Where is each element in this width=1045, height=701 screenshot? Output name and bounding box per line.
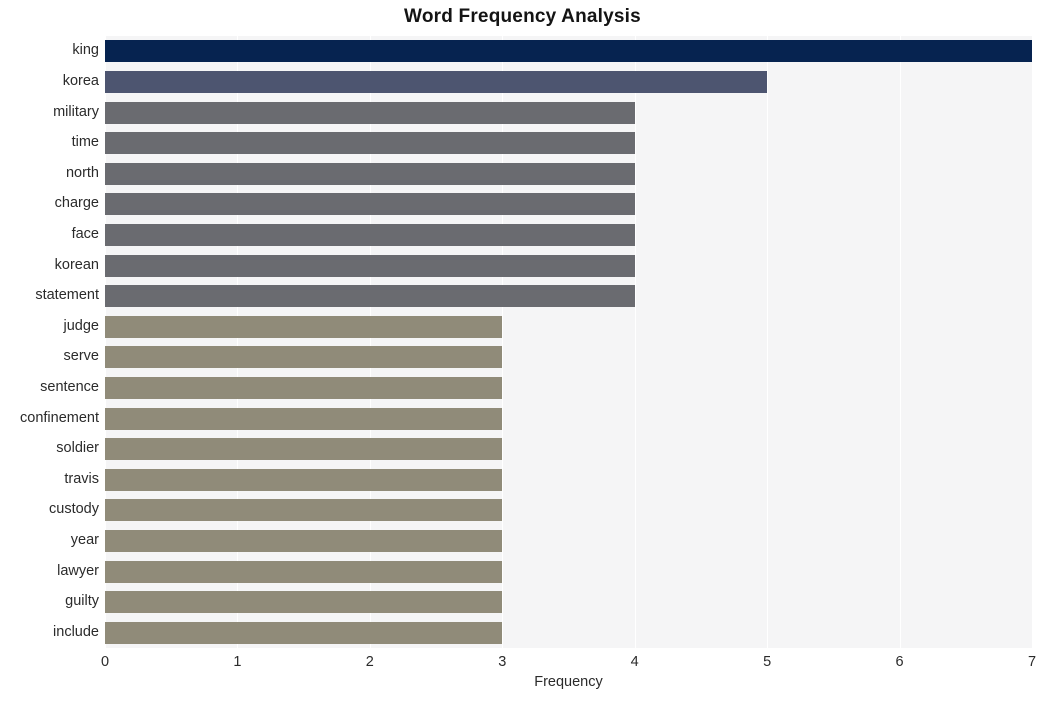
bar-row[interactable] xyxy=(105,376,1032,399)
bar-row[interactable] xyxy=(105,499,1032,522)
bar[interactable] xyxy=(105,70,768,93)
y-tick-label: confinement xyxy=(20,409,99,426)
bar-row[interactable] xyxy=(105,101,1032,124)
bar-row[interactable] xyxy=(105,407,1032,430)
bar-row[interactable] xyxy=(105,560,1032,583)
y-tick-label: face xyxy=(71,225,99,242)
bar[interactable] xyxy=(105,346,503,369)
y-tick-label: soldier xyxy=(56,440,99,457)
bar[interactable] xyxy=(105,193,635,216)
x-tick-label: 4 xyxy=(630,654,639,670)
bar[interactable] xyxy=(105,315,503,338)
y-tick-label: korean xyxy=(54,256,99,273)
y-tick-label: judge xyxy=(63,317,99,334)
y-tick-label: statement xyxy=(35,287,99,304)
y-tick-label: north xyxy=(65,164,99,181)
word-frequency-chart: Word Frequency Analysis king korea militar… xyxy=(0,0,1045,701)
bar[interactable] xyxy=(105,499,503,522)
y-tick-label: guilty xyxy=(65,593,99,610)
bar-row[interactable] xyxy=(105,254,1032,277)
bar[interactable] xyxy=(105,40,1032,63)
chart-title: Word Frequency Analysis xyxy=(404,6,641,27)
bar[interactable] xyxy=(105,101,635,124)
bar[interactable] xyxy=(105,285,635,308)
bar-row[interactable] xyxy=(105,591,1032,614)
y-tick-label: lawyer xyxy=(57,562,99,579)
x-tick-label: 2 xyxy=(365,654,374,670)
y-tick-label: include xyxy=(53,623,99,640)
y-tick-label: king xyxy=(72,42,99,59)
y-tick-label: travis xyxy=(64,470,99,487)
bar[interactable] xyxy=(105,407,503,430)
x-tick-label: 5 xyxy=(763,654,772,670)
y-tick-label: charge xyxy=(54,195,99,212)
bar-row[interactable] xyxy=(105,223,1032,246)
bar[interactable] xyxy=(105,132,635,155)
y-tick-label: military xyxy=(53,103,99,120)
x-tick-label: 6 xyxy=(895,654,904,670)
bar[interactable] xyxy=(105,254,635,277)
bar[interactable] xyxy=(105,162,635,185)
y-axis-tick-labels: king korea military time north charge face kore… xyxy=(0,36,99,648)
bar[interactable] xyxy=(105,438,503,461)
x-tick-label: 1 xyxy=(233,654,242,670)
bar-row[interactable] xyxy=(105,162,1032,185)
x-tick-label: 7 xyxy=(1027,654,1037,670)
bar[interactable] xyxy=(105,591,503,614)
bar[interactable] xyxy=(105,529,503,552)
bar-row[interactable] xyxy=(105,529,1032,552)
x-tick-label: 0 xyxy=(100,654,110,670)
bar-row[interactable] xyxy=(105,438,1032,461)
bar[interactable] xyxy=(105,621,503,644)
y-tick-label: custody xyxy=(49,501,99,518)
bar-row[interactable] xyxy=(105,132,1032,155)
bar[interactable] xyxy=(105,468,503,491)
x-axis-title: Frequency xyxy=(534,674,603,690)
bar-row[interactable] xyxy=(105,285,1032,308)
bar-row[interactable] xyxy=(105,468,1032,491)
bar-row[interactable] xyxy=(105,315,1032,338)
bar-row[interactable] xyxy=(105,40,1032,63)
bar[interactable] xyxy=(105,376,503,399)
y-tick-label: korea xyxy=(62,72,99,89)
bar-row[interactable] xyxy=(105,346,1032,369)
y-tick-label: sentence xyxy=(40,378,99,395)
bar-row[interactable] xyxy=(105,70,1032,93)
bar-row[interactable] xyxy=(105,193,1032,216)
y-tick-label: year xyxy=(70,531,99,548)
y-tick-label: serve xyxy=(63,348,99,365)
bar[interactable] xyxy=(105,223,635,246)
plot-area xyxy=(105,36,1033,648)
gridline xyxy=(1032,36,1033,648)
bars-layer xyxy=(105,36,1032,648)
y-tick-label: time xyxy=(71,134,99,151)
bar-row[interactable] xyxy=(105,621,1032,644)
bar[interactable] xyxy=(105,560,503,583)
x-tick-label: 3 xyxy=(498,654,507,670)
